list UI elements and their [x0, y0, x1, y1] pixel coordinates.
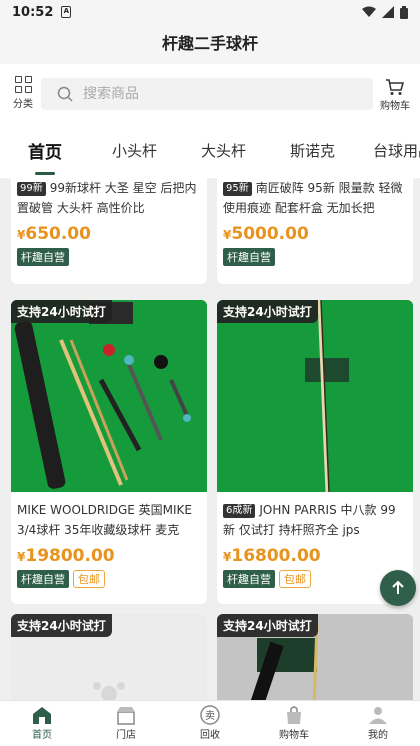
product-card[interactable]: 支持24小时试打: [217, 614, 413, 700]
product-desc: 99新 99新球杆 大圣 星空 后把内置破管 大头杆 高性价比: [17, 181, 197, 215]
grid-icon: [14, 76, 32, 93]
product-tags: 杆趣自营: [17, 248, 201, 266]
status-time: 10:52: [12, 4, 54, 20]
nav-home[interactable]: 首页: [0, 701, 84, 746]
self-operated-tag: 杆趣自营: [17, 248, 69, 266]
category-tabs: 首页 小头杆 大头杆 斯诺克 台球用品: [0, 122, 420, 178]
product-card[interactable]: 支持24小时试打 6成新 JOHN PARRIS 中八款 99新 仅试打 持杆照齐…: [217, 300, 413, 604]
tab-small-tip[interactable]: 小头杆: [112, 140, 157, 161]
condition-badge: 99新: [17, 182, 46, 196]
search-box[interactable]: [41, 78, 373, 110]
cue-photo: [217, 300, 413, 493]
product-grid: 99新 99新球杆 大圣 星空 后把内置破管 大头杆 高性价比 ¥650.00 杆…: [0, 178, 420, 700]
trial-badge: 支持24小时试打: [11, 614, 112, 637]
sim-icon: A: [61, 6, 72, 18]
bottom-nav: 首页 门店 卖 回收 购物车 我的: [0, 700, 420, 746]
cue-set-photo: [11, 300, 207, 492]
product-tags: 杆趣自营 包邮: [17, 570, 201, 588]
product-desc: 95新 南匠破阵 95新 限量款 轻微使用痕迹 配套杆盒 无加长把: [223, 181, 403, 215]
tab-snooker[interactable]: 斯诺克: [290, 140, 335, 161]
back-to-top-button[interactable]: [380, 570, 416, 606]
product-image: 支持24小时试打: [11, 614, 207, 700]
arrow-up-icon: [392, 580, 404, 594]
nav-cart[interactable]: 购物车: [252, 701, 336, 746]
signal-icon: [382, 6, 394, 18]
status-bar: 10:52 A: [0, 0, 420, 24]
search-row: 分类 购物车: [0, 64, 420, 122]
free-shipping-tag: 包邮: [73, 570, 105, 588]
nav-recycle[interactable]: 卖 回收: [168, 701, 252, 746]
category-label: 分类: [13, 99, 33, 110]
product-desc: 6成新 JOHN PARRIS 中八款 99新 仅试打 持杆照齐全 jps: [223, 503, 396, 537]
trial-badge: 支持24小时试打: [217, 614, 318, 637]
svg-text:卖: 卖: [205, 710, 215, 722]
cart-button[interactable]: 购物车: [378, 78, 412, 112]
nav-profile[interactable]: 我的: [336, 701, 420, 746]
tab-home[interactable]: 首页: [28, 138, 62, 163]
tab-large-tip[interactable]: 大头杆: [201, 140, 246, 161]
product-card[interactable]: 支持24小时试打 MIKE WOOLDRIDGE 英国MIKE 3/4球杆 35…: [11, 300, 207, 604]
tab-billiard-supplies[interactable]: 台球用品: [373, 140, 420, 161]
product-image: 支持24小时试打: [217, 614, 413, 700]
condition-badge: 95新: [223, 182, 252, 196]
home-icon: [33, 707, 51, 724]
trial-badge: 支持24小时试打: [11, 300, 112, 323]
product-price: ¥16800.00: [223, 546, 321, 566]
product-card[interactable]: 99新 99新球杆 大圣 星空 后把内置破管 大头杆 高性价比 ¥650.00 杆…: [11, 178, 207, 284]
battery-icon: [400, 5, 408, 19]
status-icons: [362, 5, 408, 19]
search-icon: [57, 86, 73, 102]
product-price: ¥5000.00: [223, 224, 309, 244]
cart-icon: [386, 79, 404, 95]
product-card[interactable]: 支持24小时试打: [11, 614, 207, 700]
product-image: 支持24小时试打: [217, 300, 413, 493]
product-card[interactable]: 95新 南匠破阵 95新 限量款 轻微使用痕迹 配套杆盒 无加长把 ¥5000.0…: [217, 178, 413, 284]
cart-bag-icon: [287, 706, 301, 724]
product-tags: 杆趣自营: [223, 248, 407, 266]
category-button[interactable]: 分类: [8, 76, 38, 110]
search-input[interactable]: [83, 86, 333, 102]
wifi-icon: [362, 6, 376, 17]
product-price: ¥650.00: [17, 224, 91, 244]
trial-badge: 支持24小时试打: [217, 300, 318, 323]
cart-label: 购物车: [380, 101, 410, 112]
self-operated-tag: 杆趣自营: [223, 570, 275, 588]
recycle-sell-icon: 卖: [200, 705, 220, 725]
product-price: ¥19800.00: [17, 546, 115, 566]
condition-badge: 6成新: [223, 504, 256, 518]
self-operated-tag: 杆趣自营: [17, 570, 69, 588]
store-icon: [117, 707, 135, 725]
nav-store[interactable]: 门店: [84, 701, 168, 746]
profile-icon: [369, 707, 387, 724]
free-shipping-tag: 包邮: [279, 570, 311, 588]
product-image: 支持24小时试打: [11, 300, 207, 492]
page-title: 杆趣二手球杆: [0, 24, 420, 64]
product-desc: MIKE WOOLDRIDGE 英国MIKE 3/4球杆 35年收藏级球杆 麦克: [17, 503, 192, 537]
self-operated-tag: 杆趣自营: [223, 248, 275, 266]
